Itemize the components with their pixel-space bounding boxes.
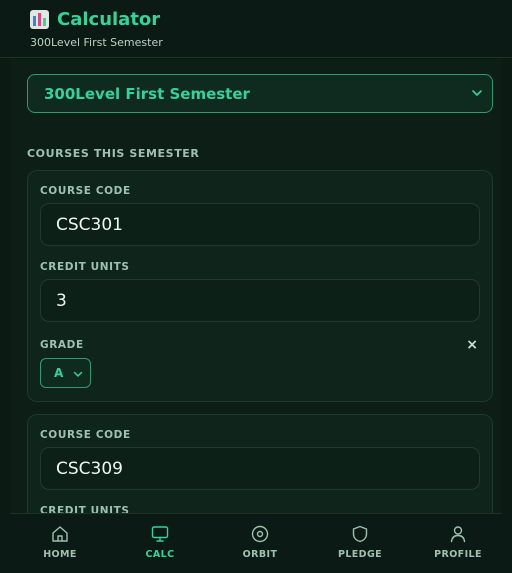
course-code-input[interactable]: CSC309 bbox=[40, 447, 480, 490]
nav-item-profile[interactable]: PROFILE bbox=[418, 514, 498, 573]
credit-units-label: CREDIT UNITS bbox=[40, 261, 130, 273]
credit-units-label: CREDIT UNITS bbox=[40, 505, 130, 513]
bottom-nav: HOME CALC ORBIT PLEDGE PROFILE bbox=[10, 513, 502, 573]
monitor-icon bbox=[151, 526, 169, 542]
user-icon bbox=[450, 526, 466, 543]
remove-course-button[interactable]: × bbox=[466, 337, 478, 353]
grade-label: GRADE bbox=[40, 339, 84, 351]
nav-label-pledge: PLEDGE bbox=[337, 549, 383, 560]
page-subtitle: 300Level First Semester bbox=[30, 36, 163, 49]
section-label: COURSES THIS SEMESTER bbox=[27, 147, 200, 160]
nav-item-home[interactable]: HOME bbox=[20, 514, 100, 573]
course-card: COURSE CODE CSC301 CREDIT UNITS 3 GRADE … bbox=[27, 170, 493, 402]
nav-label-orbit: ORBIT bbox=[242, 549, 278, 560]
course-code-input[interactable]: CSC301 bbox=[40, 203, 480, 246]
page-title: Calculator bbox=[57, 8, 161, 30]
nav-item-pledge[interactable]: PLEDGE bbox=[320, 514, 400, 573]
credit-units-input[interactable]: 3 bbox=[40, 279, 480, 322]
grade-select[interactable]: A bbox=[40, 358, 91, 388]
nav-label-profile: PROFILE bbox=[434, 549, 482, 560]
chevron-down-icon bbox=[73, 371, 83, 377]
target-icon bbox=[251, 525, 269, 543]
course-code-label: COURSE CODE bbox=[40, 185, 131, 197]
course-card: COURSE CODE CSC309 CREDIT UNITS bbox=[27, 414, 493, 513]
app-header: Calculator 300Level First Semester bbox=[0, 0, 512, 58]
nav-label-home: HOME bbox=[43, 549, 77, 560]
chevron-down-icon bbox=[472, 90, 482, 96]
nav-label-calc: CALC bbox=[145, 549, 175, 560]
nav-item-orbit[interactable]: ORBIT bbox=[220, 514, 300, 573]
course-code-label: COURSE CODE bbox=[40, 429, 131, 441]
title-row: Calculator bbox=[30, 8, 485, 30]
grade-select-value: A bbox=[54, 366, 64, 380]
chart-icon bbox=[30, 9, 49, 29]
semester-select-value: 300Level First Semester bbox=[44, 84, 250, 103]
semester-select[interactable]: 300Level First Semester bbox=[27, 74, 493, 113]
shield-icon bbox=[352, 525, 368, 543]
nav-item-calc[interactable]: CALC bbox=[120, 514, 200, 573]
main-content[interactable]: 300Level First Semester COURSES THIS SEM… bbox=[10, 59, 502, 513]
home-icon bbox=[52, 526, 68, 542]
